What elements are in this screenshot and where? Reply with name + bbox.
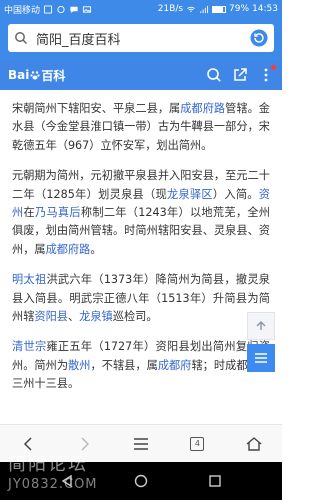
article-link[interactable]: 散州 bbox=[68, 359, 90, 372]
article-text: ，不辖县，属 bbox=[90, 358, 158, 372]
clock: 14:53 bbox=[252, 4, 278, 14]
app-icon bbox=[57, 5, 65, 13]
image-icon bbox=[82, 5, 92, 13]
paragraph-ming: 明太祖洪武六年（1373年）降简州为简县，撤灵泉县入简县。明武宗正德八年（151… bbox=[0, 271, 282, 326]
logo-text: Bai bbox=[8, 68, 30, 82]
watermark-text: 简阳论坛 bbox=[8, 454, 88, 475]
carrier-label: 中国移动 bbox=[4, 5, 41, 16]
watermark-url: JY0832.COM bbox=[8, 477, 98, 492]
arrow-up-icon bbox=[256, 321, 266, 330]
search-icon[interactable] bbox=[206, 67, 222, 83]
home-icon bbox=[246, 436, 262, 451]
article-link[interactable]: 乃马真后 bbox=[35, 206, 81, 219]
notification-dot bbox=[271, 65, 276, 70]
page-url-title[interactable]: 简阳_百度百科 bbox=[36, 29, 250, 48]
address-bar-container: 简阳_百度百科 bbox=[0, 18, 282, 60]
paragraph-song: 宋朝简州下辖阳安、平泉二县，属成都府路管辖。金水县（今金堂县淮口镇一带）古为牛鞞… bbox=[0, 100, 282, 155]
menu-button[interactable] bbox=[127, 430, 155, 458]
chevron-right-icon bbox=[81, 436, 89, 451]
article-link[interactable]: 资阳县 bbox=[34, 310, 68, 323]
chevron-left-icon bbox=[24, 436, 32, 451]
article-link[interactable]: 清世宗 bbox=[12, 340, 46, 353]
tab-count: 4 bbox=[190, 436, 205, 451]
article-link[interactable]: 成都府路 bbox=[46, 243, 91, 256]
list-icon bbox=[255, 353, 267, 363]
refresh-icon[interactable] bbox=[250, 29, 268, 47]
article-link[interactable]: 成都府路 bbox=[180, 102, 225, 115]
chat-icon bbox=[70, 6, 78, 13]
network-speed: 21B/s bbox=[157, 4, 184, 14]
status-bar: 中国移动 21B/s 79% 14:53 bbox=[0, 0, 282, 18]
article-text: 、 bbox=[67, 310, 80, 324]
notification-icon bbox=[43, 4, 53, 14]
baike-header: Bai 百科 bbox=[0, 60, 282, 90]
address-bar[interactable]: 简阳_百度百科 bbox=[8, 24, 274, 52]
battery-icon bbox=[212, 5, 227, 13]
baidu-baike-logo[interactable]: Bai 百科 bbox=[8, 67, 65, 84]
signal-icon bbox=[200, 5, 209, 13]
article-link[interactable]: 龙泉驿区 bbox=[167, 188, 213, 201]
paragraph-yuan: 元朝期为简州，元初撤平泉县并入阳安县，至元二十二年（1285年）划灵泉县（现龙泉… bbox=[0, 167, 282, 259]
battery-percentage: 79% bbox=[229, 4, 250, 14]
share-icon[interactable] bbox=[232, 67, 248, 83]
article-text: ）入简。 bbox=[212, 187, 259, 201]
back-to-top-button[interactable] bbox=[247, 312, 275, 340]
article-link[interactable]: 明太祖 bbox=[12, 273, 46, 286]
tabs-button[interactable]: 4 bbox=[183, 430, 211, 458]
catalog-button[interactable] bbox=[247, 344, 275, 372]
article-link[interactable]: 成都府 bbox=[158, 359, 192, 372]
logo-suffix: 百科 bbox=[41, 68, 66, 83]
article-text: 在 bbox=[23, 206, 35, 220]
article-text: 巡检司。 bbox=[112, 310, 158, 324]
article-text: 宋朝简州下辖阳安、平泉二县，属 bbox=[12, 102, 181, 115]
paragraph-qing: 清世宗雍正五年（1727年）资阳县划出简州复归资州。简州为散州，不辖县，属成都府… bbox=[0, 338, 282, 393]
home-circle-icon[interactable] bbox=[134, 474, 148, 488]
wifi-icon bbox=[187, 6, 195, 12]
recents-square-icon[interactable] bbox=[208, 474, 222, 488]
article-link[interactable]: 龙泉镇 bbox=[79, 310, 113, 323]
article-text: 。 bbox=[90, 242, 102, 256]
article-content: 宋朝简州下辖阳安、平泉二县，属成都府路管辖。金水县（今金堂县淮口镇一带）古为牛鞞… bbox=[0, 90, 282, 424]
home-button[interactable] bbox=[240, 430, 268, 458]
search-icon bbox=[15, 32, 28, 45]
hamburger-icon bbox=[133, 437, 148, 450]
more-menu-button[interactable] bbox=[258, 65, 276, 83]
paw-icon bbox=[30, 71, 40, 80]
